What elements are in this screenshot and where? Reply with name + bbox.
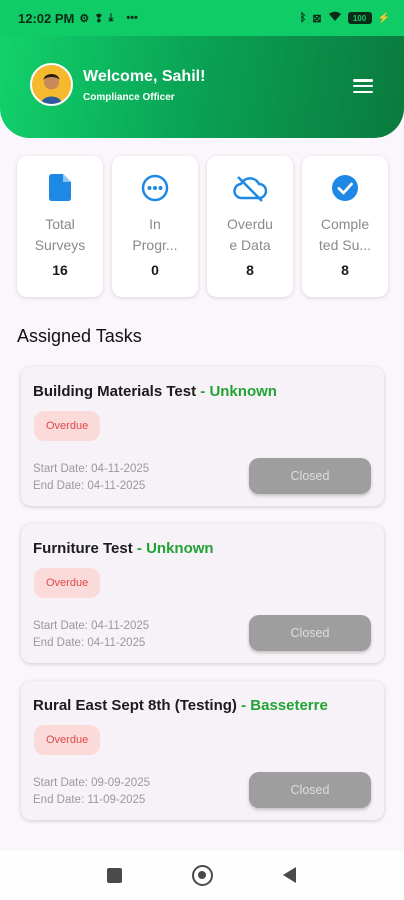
- start-date: Start Date: 04-11-2025: [33, 463, 150, 475]
- start-date: Start Date: 04-11-2025: [33, 620, 150, 632]
- welcome-text: Welcome, Sahil!: [83, 68, 206, 85]
- section-title: Assigned Tasks: [17, 326, 142, 346]
- task-separator: -: [196, 383, 210, 400]
- task-location: Unknown: [146, 540, 214, 557]
- closed-button[interactable]: Closed: [249, 615, 371, 651]
- charging-icon: ⚡: [377, 12, 390, 24]
- stat-card-overdue-data[interactable]: Overdu e Data 8: [207, 156, 293, 297]
- cloud-off-icon: [207, 174, 293, 202]
- notification-icon: ❢: [94, 12, 104, 25]
- back-icon[interactable]: [283, 867, 296, 883]
- stat-value: 8: [341, 262, 349, 278]
- end-date: End Date: 04-11-2025: [33, 480, 146, 492]
- stat-label: In: [149, 216, 161, 232]
- stat-label: e Data: [229, 236, 271, 253]
- end-date: End Date: 04-11-2025: [33, 637, 146, 649]
- task-title: Rural East Sept 8th (Testing): [33, 697, 237, 714]
- end-date: End Date: 11-09-2025: [33, 794, 146, 806]
- home-icon[interactable]: [192, 865, 213, 886]
- stat-label: Total: [45, 216, 75, 232]
- check-circle-icon: [302, 174, 388, 202]
- stat-value: 8: [246, 262, 254, 278]
- more-icon: •••: [126, 12, 138, 24]
- stat-card-completed-surveys[interactable]: Comple ted Su... 8: [302, 156, 388, 297]
- gear-icon: ⚙: [79, 12, 90, 25]
- status-badge: Overdue: [34, 725, 101, 755]
- stat-label: ted Su...: [318, 236, 372, 253]
- document-icon: [17, 174, 103, 202]
- status-badge: Overdue: [34, 411, 101, 441]
- menu-icon[interactable]: [351, 76, 375, 96]
- stat-value: 0: [151, 262, 159, 278]
- download-icon: ⤓: [108, 11, 114, 24]
- task-title: Furniture Test: [33, 540, 133, 557]
- stat-label: Surveys: [34, 236, 86, 253]
- battery-icon: 100: [347, 12, 372, 24]
- status-bar: 12:02 PM ⚙ ❢ ⤓ ••• ᛒ ⊠ 100 ⚡: [0, 0, 404, 36]
- system-nav-bar: [0, 851, 404, 900]
- stat-label: Overdu: [227, 216, 273, 232]
- task-separator: -: [236, 697, 251, 714]
- task-separator: -: [132, 540, 147, 557]
- stat-value: 16: [52, 262, 68, 278]
- recent-apps-icon[interactable]: [107, 868, 122, 883]
- closed-button[interactable]: Closed: [249, 772, 371, 808]
- task-card[interactable]: Rural East Sept 8th (Testing) - Basseter…: [21, 681, 384, 820]
- user-role: Compliance Officer: [83, 92, 175, 103]
- task-title: Building Materials Test: [33, 383, 197, 400]
- start-date: Start Date: 09-09-2025: [33, 777, 150, 789]
- app-header: Welcome, Sahil! Compliance Officer: [0, 36, 404, 138]
- task-card[interactable]: Furniture Test - Unknown Overdue Start D…: [21, 524, 384, 663]
- stat-label: Comple: [320, 216, 370, 232]
- sim-icon: ⊠: [312, 12, 322, 25]
- avatar[interactable]: [30, 63, 73, 106]
- wifi-icon: [328, 11, 342, 25]
- stat-card-in-progress[interactable]: In Progr... 0: [112, 156, 198, 297]
- status-time: 12:02 PM: [18, 10, 75, 26]
- stat-label: Progr...: [132, 236, 178, 253]
- stat-card-total-surveys[interactable]: Total Surveys 16: [17, 156, 103, 297]
- in-progress-icon: [112, 174, 198, 202]
- task-location: Unknown: [209, 383, 277, 400]
- task-location: Basseterre: [250, 697, 328, 714]
- bluetooth-icon: ᛒ: [299, 12, 307, 24]
- task-card[interactable]: Building Materials Test - Unknown Overdu…: [21, 367, 384, 506]
- status-badge: Overdue: [34, 568, 101, 598]
- closed-button[interactable]: Closed: [249, 458, 371, 494]
